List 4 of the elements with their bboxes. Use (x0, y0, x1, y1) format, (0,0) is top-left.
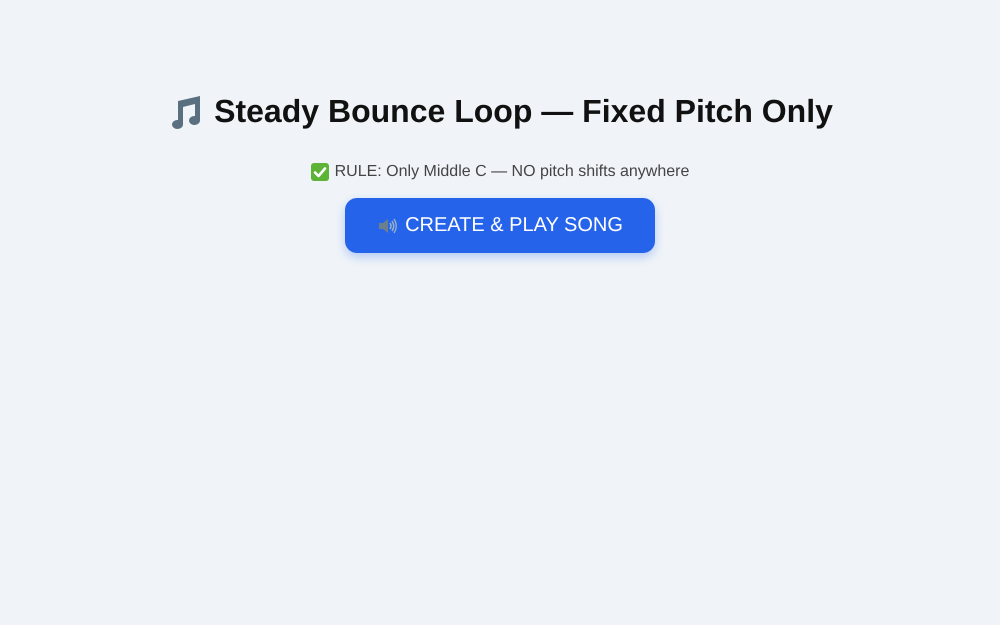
create-play-button[interactable]: CREATE & PLAY SONG (345, 198, 655, 253)
rule-text: RULE: Only Middle C — NO pitch shifts anywhere (334, 163, 690, 181)
check-mark-icon (310, 163, 329, 181)
page-title: Steady Bounce Loop — Fixed Pitch Only (214, 93, 833, 130)
